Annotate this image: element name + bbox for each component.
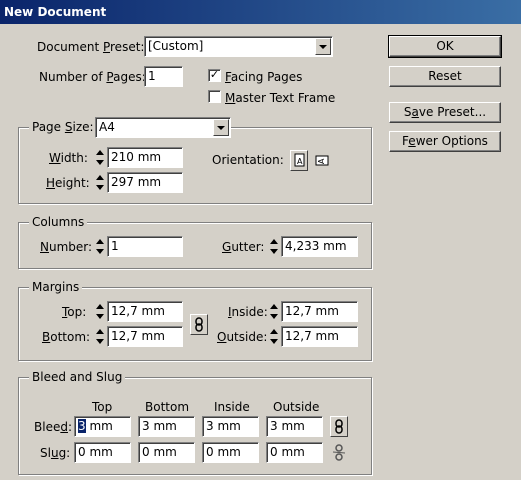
bleed-inside-input[interactable]: 3 mm [202, 416, 259, 437]
width-input[interactable]: 210 mm [107, 147, 183, 168]
number-of-pages-input[interactable]: 1 [144, 66, 183, 87]
margin-inside-input[interactable]: 12,7 mm [281, 301, 358, 322]
slug-top-input[interactable]: 0 mm [74, 442, 131, 463]
margin-outside-label: Outside: [217, 330, 268, 344]
margins-link-button[interactable] [190, 314, 208, 335]
margin-bottom-label: Bottom: [42, 330, 91, 344]
margin-outside-stepper[interactable] [268, 326, 280, 347]
bleed-header-inside: Inside [214, 400, 250, 414]
bleed-top-input[interactable]: 3 mm [74, 416, 131, 437]
margins-title: Margins [29, 280, 83, 294]
page-size-dropdown[interactable]: A4 [95, 117, 231, 138]
ok-button[interactable]: OK [388, 35, 502, 58]
save-preset-button[interactable]: Save Preset... [389, 102, 501, 123]
margin-inside-label: Inside: [228, 305, 268, 319]
height-label: Height: [46, 176, 90, 190]
width-label: Width: [49, 151, 88, 165]
facing-pages-checkbox[interactable]: ✓ [208, 69, 221, 82]
portrait-orientation-icon: A [294, 153, 305, 167]
bleed-header-top: Top [92, 400, 113, 414]
columns-number-input[interactable]: 1 [107, 236, 183, 257]
height-input[interactable]: 297 mm [107, 172, 183, 193]
bleed-label: Bleed: [34, 420, 73, 434]
document-preset-label: Document Preset: [37, 40, 145, 54]
bleed-bottom-input[interactable]: 3 mm [138, 416, 195, 437]
bleed-outside-input[interactable]: 3 mm [266, 416, 323, 437]
portrait-orientation-button[interactable]: A [290, 150, 308, 171]
svg-text:A: A [317, 158, 326, 164]
margin-top-label: Top: [62, 305, 87, 319]
reset-button[interactable]: Reset [389, 66, 501, 87]
slug-bottom-input[interactable]: 0 mm [138, 442, 195, 463]
gutter-label: Gutter: [222, 240, 265, 254]
margin-bottom-stepper[interactable] [94, 326, 106, 347]
chevron-down-icon[interactable] [315, 38, 331, 55]
gutter-input[interactable]: 4,233 mm [281, 236, 358, 257]
document-preset-dropdown[interactable]: [Custom] [144, 36, 333, 57]
bleed-link-button[interactable] [330, 416, 348, 437]
gutter-stepper[interactable] [268, 236, 280, 257]
height-stepper[interactable] [94, 172, 106, 193]
orientation-label: Orientation: [212, 153, 284, 167]
master-text-frame-checkbox[interactable] [208, 90, 221, 103]
chain-link-icon [335, 419, 343, 434]
bleed-header-outside: Outside [273, 400, 320, 414]
window-titlebar: New Document [0, 0, 521, 24]
landscape-orientation-button[interactable]: A [313, 150, 331, 171]
margin-inside-stepper[interactable] [268, 301, 280, 322]
slug-label: Slug: [40, 446, 71, 460]
number-of-pages-label: Number of Pages: [39, 70, 146, 84]
bleed-header-bottom: Bottom [145, 400, 190, 414]
bleed-slug-title: Bleed and Slug [29, 370, 126, 384]
chevron-down-icon[interactable] [213, 119, 229, 136]
window-title: New Document [4, 5, 107, 19]
margin-top-input[interactable]: 12,7 mm [107, 301, 183, 322]
master-text-frame-label: Master Text Frame [225, 91, 336, 105]
landscape-orientation-icon: A [315, 155, 329, 166]
page-size-value: A4 [99, 120, 115, 134]
columns-number-label: Number: [40, 240, 93, 254]
slug-inside-input[interactable]: 0 mm [202, 442, 259, 463]
facing-pages-label: Facing Pages [225, 70, 303, 84]
fewer-options-button[interactable]: Fewer Options [389, 131, 501, 152]
chain-link-icon [195, 317, 203, 332]
columns-number-stepper[interactable] [94, 236, 106, 257]
slug-outside-input[interactable]: 0 mm [266, 442, 323, 463]
broken-chain-link-icon [332, 444, 346, 461]
width-stepper[interactable] [94, 147, 106, 168]
margin-top-stepper[interactable] [94, 301, 106, 322]
slug-link-button[interactable] [330, 442, 348, 463]
bleed-top-selected-char: 3 [78, 419, 86, 433]
margin-outside-input[interactable]: 12,7 mm [281, 326, 358, 347]
margin-bottom-input[interactable]: 12,7 mm [107, 326, 183, 347]
page-size-label: Page Size: [29, 120, 97, 134]
document-preset-value: [Custom] [148, 39, 204, 53]
svg-text:A: A [297, 157, 303, 166]
columns-title: Columns [29, 215, 88, 229]
